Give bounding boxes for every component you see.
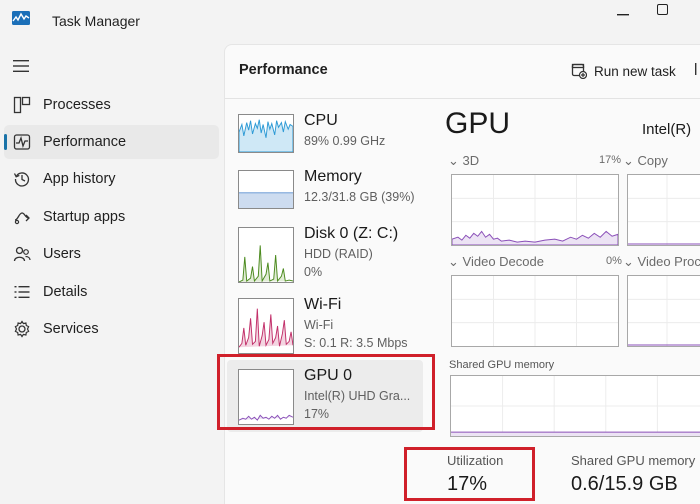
shared-memory-label: Shared GPU memory	[571, 453, 696, 468]
users-icon	[13, 246, 31, 262]
sidebar-item-label: Services	[43, 321, 99, 337]
resource-detail: Wi-Fi	[304, 318, 334, 332]
sidebar-item-label: Details	[43, 284, 88, 300]
engine-label: Video Decode	[462, 254, 544, 269]
startup-apps-icon	[14, 212, 30, 225]
shared-memory-graph	[450, 375, 700, 437]
task-manager-logo-icon	[12, 11, 30, 25]
sidebar-item-processes[interactable]: Processes	[4, 88, 219, 122]
chevron-down-icon: ⌄	[623, 254, 634, 269]
resource-name: Wi-Fi	[304, 296, 342, 313]
toolbar-divider	[225, 98, 700, 99]
sidebar-item-services[interactable]: Services	[4, 312, 219, 346]
page-title: Performance	[239, 62, 328, 78]
engine-copy-graph	[627, 174, 700, 246]
resource-item-disk[interactable]: Disk 0 (Z: C:) HDD (RAID) 0%	[227, 218, 423, 290]
chevron-down-icon: ⌄	[448, 254, 459, 269]
engine-video-decode-selector[interactable]: ⌄ Video Decode	[448, 254, 544, 270]
engine-percent: 0%	[606, 255, 622, 267]
highlight-box-gpu	[217, 354, 435, 430]
highlight-box-utilization	[404, 447, 535, 501]
shared-memory-graph-label: Shared GPU memory	[449, 359, 555, 371]
engine-label: Video Proc	[637, 254, 700, 269]
active-indicator	[4, 134, 7, 150]
app-history-icon	[13, 172, 30, 187]
engine-label: Copy	[637, 153, 668, 168]
engine-video-decode-graph	[451, 275, 619, 347]
engine-3d-graph	[451, 174, 619, 246]
run-new-task-button[interactable]: Run new task	[571, 59, 676, 83]
main-panel: Performance Run new task CPU 89% 0.99 GH…	[224, 44, 700, 504]
sidebar-item-users[interactable]: Users	[4, 237, 219, 271]
run-new-task-label: Run new task	[594, 63, 676, 79]
gpu-model-name: Intel(R)	[642, 121, 692, 138]
sidebar-item-label: Startup apps	[43, 209, 126, 225]
sidebar-item-label: App history	[43, 171, 116, 187]
resource-item-wifi[interactable]: Wi-Fi Wi-Fi S: 0.1 R: 3.5 Mbps	[227, 289, 423, 361]
chevron-down-icon: ⌄	[448, 153, 459, 168]
resource-detail-secondary: 0%	[304, 265, 323, 279]
sidebar-item-label: Processes	[43, 97, 111, 113]
performance-icon	[13, 134, 31, 150]
run-new-task-icon	[571, 63, 587, 79]
minimize-icon[interactable]	[617, 4, 631, 16]
engine-3d-selector[interactable]: ⌄ 3D	[448, 153, 479, 169]
details-icon	[14, 286, 30, 298]
more-options-icon[interactable]	[691, 61, 700, 79]
maximize-icon[interactable]	[657, 4, 668, 15]
disk-thumbnail-graph	[238, 227, 294, 283]
shared-memory-value: 0.6/15.9 GB	[571, 473, 678, 495]
gpu-heading: GPU	[445, 107, 511, 140]
resource-detail: 12.3/31.8 GB (39%)	[304, 190, 415, 204]
services-icon	[14, 320, 30, 338]
sidebar-item-details[interactable]: Details	[4, 275, 219, 309]
engine-label: 3D	[462, 153, 480, 168]
engine-video-processing-graph	[627, 275, 700, 347]
resource-name: Disk 0 (Z: C:)	[304, 225, 399, 242]
resource-detail-secondary: S: 0.1 R: 3.5 Mbps	[304, 336, 408, 350]
sidebar-item-label: Performance	[43, 134, 127, 150]
memory-thumbnail-graph	[238, 170, 294, 209]
processes-icon	[13, 96, 31, 114]
sidebar-item-label: Users	[43, 246, 81, 262]
chevron-down-icon: ⌄	[623, 153, 634, 168]
wifi-thumbnail-graph	[238, 298, 294, 354]
sidebar-item-app-history[interactable]: App history	[4, 162, 219, 196]
app-title: Task Manager	[52, 13, 140, 29]
hamburger-menu-icon[interactable]	[13, 59, 29, 73]
engine-video-processing-selector[interactable]: ⌄ Video Proc	[623, 254, 700, 270]
resource-detail: 89% 0.99 GHz	[304, 134, 386, 148]
resource-detail: HDD (RAID)	[304, 247, 373, 261]
cpu-thumbnail-graph	[238, 114, 294, 153]
sidebar-item-startup-apps[interactable]: Startup apps	[4, 200, 219, 234]
resource-name: CPU	[304, 112, 338, 129]
engine-percent: 17%	[599, 154, 622, 166]
sidebar-item-performance[interactable]: Performance	[4, 125, 219, 159]
engine-copy-selector[interactable]: ⌄ Copy	[623, 153, 668, 169]
resource-name: Memory	[304, 168, 362, 185]
